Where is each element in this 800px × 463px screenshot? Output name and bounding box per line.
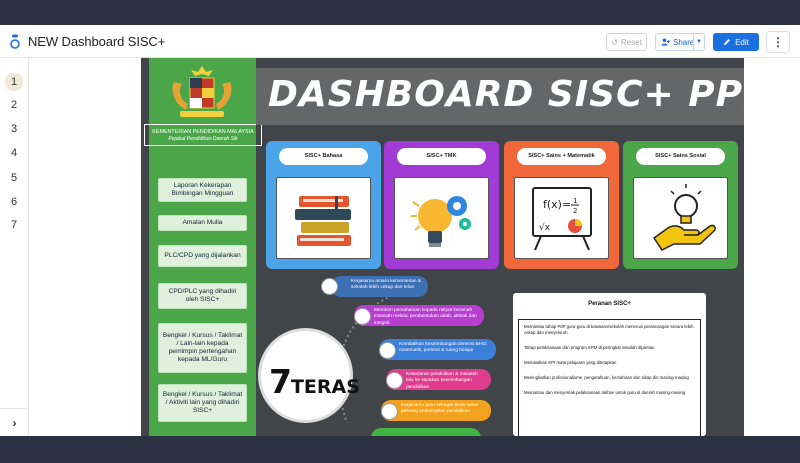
svg-text:f(x)=: f(x)= <box>543 198 571 211</box>
page-item-6[interactable]: 6 <box>5 193 23 211</box>
teras-item-6 <box>371 428 481 436</box>
teras-word: TERAS <box>290 376 360 398</box>
teras-number: 7 <box>269 362 292 401</box>
teras-item-2-icon <box>354 308 371 325</box>
chevron-down-icon[interactable]: ▼ <box>693 34 704 50</box>
card-tmk[interactable]: SISC+ TMK <box>384 141 499 269</box>
reset-button[interactable]: ↺ Reset <box>606 33 647 51</box>
share-button[interactable]: Share ▼ <box>655 33 705 51</box>
menu-item-cpd-plc[interactable]: CPD/PLC yang dihadiri oleh SISC+ <box>158 283 247 309</box>
menu-item-plc-cpd[interactable]: PLC/CPD yang dijalankan <box>158 245 247 267</box>
svg-text:2: 2 <box>573 207 577 215</box>
pencil-icon <box>724 39 731 45</box>
peranan-item: Memantau dan menyemak pelaksanaan latiha… <box>524 390 686 396</box>
card-bahasa-label: SISC+ Bahasa <box>279 148 368 165</box>
malaysia-crest-logo <box>172 66 232 117</box>
teras-item-1: Kerjasama antara kementerian & sekolah l… <box>331 276 428 297</box>
dashboard-slide: KEMENTERIAN PENDIDIKAN MALAYSIA Pejabat … <box>141 58 744 436</box>
edit-button[interactable]: Edit <box>713 33 759 51</box>
page-item-1[interactable]: 1 <box>5 73 23 91</box>
teras-item-3: Kembalikan keseimbangan dimensi BHG: mat… <box>379 339 496 360</box>
card-bahasa-image <box>276 177 371 259</box>
svg-text:1: 1 <box>573 197 577 205</box>
app-toolbar: NEW Dashboard SISC+ ↺ Reset Share ▼ Edit… <box>0 25 800 58</box>
page-item-3[interactable]: 3 <box>5 120 23 138</box>
page-item-7[interactable]: 7 <box>5 216 23 234</box>
window-top-bar <box>0 0 800 25</box>
document-title[interactable]: NEW Dashboard SISC+ <box>28 34 165 49</box>
app-logo-icon <box>10 34 20 49</box>
peranan-item: Meningkatkan profesionalisme, pengetahua… <box>524 375 689 381</box>
card-tmk-image <box>394 177 489 259</box>
more-options-icon[interactable]: ⋮ <box>766 31 790 53</box>
teras-item-3-icon <box>379 342 396 359</box>
teras-item-4-icon <box>386 372 403 389</box>
peranan-list: Memantau tahap PdP guru-guru di kawasan/… <box>518 319 701 436</box>
page-item-5[interactable]: 5 <box>5 169 23 187</box>
teras-item-2: Memberi pemahaman kepada rakyat keramah … <box>354 305 484 326</box>
teras-item-1-icon <box>321 278 338 295</box>
teras-title: 7TERAS <box>269 362 360 401</box>
card-sains-sosial-label: SISC+ Sains Sosial <box>636 148 725 165</box>
dashboard-title: DASHBOARD SISC+ PPD SIK <box>268 74 744 115</box>
add-person-icon <box>661 38 670 46</box>
hand-lightbulb-icon <box>652 184 716 251</box>
peranan-title: Peranan SISC+ <box>588 301 631 307</box>
svg-text:√x: √x <box>539 222 551 233</box>
ministry-name: KEMENTERIAN PENDIDIKAN MALAYSIA <box>152 129 254 135</box>
teras-item-5-icon <box>381 403 398 420</box>
reset-label: Reset <box>620 37 642 47</box>
books-icon <box>295 196 351 246</box>
card-bahasa[interactable]: SISC+ Bahasa <box>266 141 381 269</box>
ministry-office: Pejabat Pendidikan Daerah Sik <box>168 136 238 143</box>
menu-item-amalan[interactable]: Amalan Mulia <box>158 215 247 231</box>
menu-item-bengkel-sisc[interactable]: Bengkel / Kursus / Taklimat / Aktiviti l… <box>158 384 247 422</box>
page-item-2[interactable]: 2 <box>5 96 23 114</box>
share-label: Share <box>673 37 695 47</box>
page-item-4[interactable]: 4 <box>5 144 23 162</box>
peranan-item: Memantau tahap PdP guru-guru di kawasan/… <box>524 324 694 336</box>
reset-icon: ↺ <box>611 37 618 47</box>
peranan-item: Memastikan KPI mata pelajaran yang ditet… <box>524 360 617 366</box>
page-navigator: 1 2 3 4 5 6 7 <box>0 58 29 436</box>
ministry-label: KEMENTERIAN PENDIDIKAN MALAYSIA Pejabat … <box>144 124 262 146</box>
card-sains-matematik[interactable]: SISC+ Sains + Matematik f(x)= 1 2 √x <box>504 141 619 269</box>
math-board-icon: f(x)= 1 2 √x <box>532 187 592 251</box>
peranan-panel: Peranan SISC+ Memantau tahap PdP guru-gu… <box>513 293 706 436</box>
expand-navigator-button[interactable]: › <box>0 408 29 436</box>
card-sains-matematik-label: SISC+ Sains + Matematik <box>517 148 606 165</box>
peranan-item: Tahap pelaksanaan dan program KPM di per… <box>524 345 655 351</box>
edit-label: Edit <box>735 37 749 47</box>
lightbulb-gear-icon <box>411 196 471 247</box>
card-tmk-label: SISC+ TMK <box>397 148 486 165</box>
card-sains-matematik-image: f(x)= 1 2 √x <box>514 177 609 259</box>
card-sains-sosial[interactable]: SISC+ Sains Sosial <box>623 141 738 269</box>
card-sains-sosial-image <box>633 177 728 259</box>
window-bottom-bar <box>0 436 800 463</box>
menu-item-bengkel-guru[interactable]: Bengkel / Kursus / Taklimat / Lain-lain … <box>158 323 247 373</box>
menu-item-laporan[interactable]: Laporan Kekerapan Bimbingan Mingguan <box>158 178 247 202</box>
chevron-right-icon: › <box>12 415 17 430</box>
